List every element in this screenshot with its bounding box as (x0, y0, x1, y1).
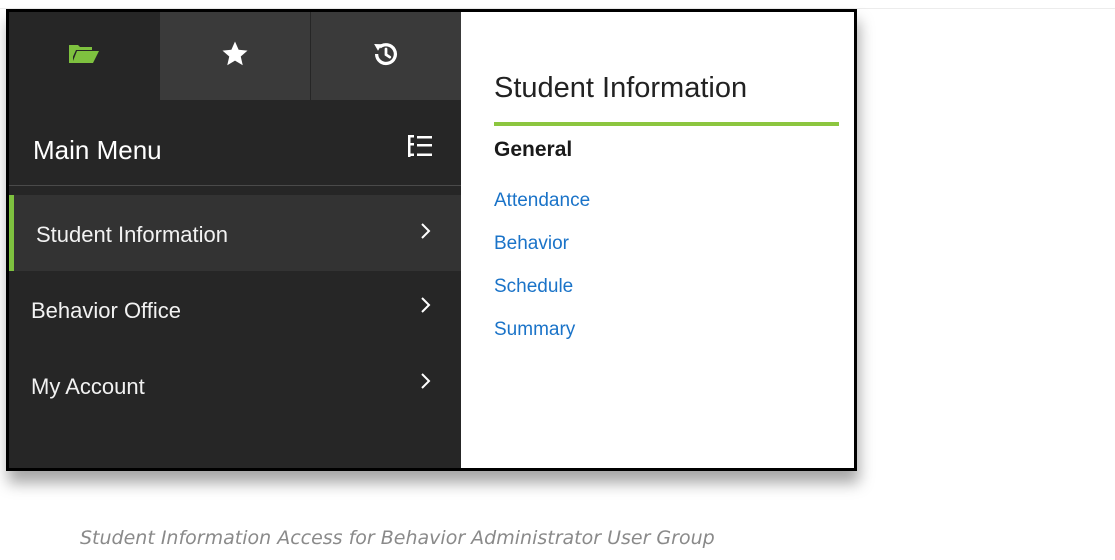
chevron-right-icon (420, 372, 432, 395)
chevron-right-icon (420, 296, 432, 319)
menu-header: Main Menu (9, 100, 461, 186)
submenu-panel: Student Information General Attendance B… (461, 12, 854, 468)
menu-title: Main Menu (33, 135, 162, 165)
folder-icon (68, 43, 100, 70)
screenshot-frame: Main Menu Student Information Behavior O… (6, 9, 857, 471)
menu-tabs (9, 12, 461, 100)
submenu-title: Student Information (494, 72, 748, 104)
sidebar-item-behavior-office[interactable]: Behavior Office (9, 271, 461, 347)
tab-folders[interactable] (9, 12, 159, 100)
chevron-right-icon (420, 222, 432, 245)
sidebar-item-label: Behavior Office (31, 298, 182, 323)
tree-view-icon[interactable] (407, 134, 433, 163)
link-attendance[interactable]: Attendance (494, 190, 590, 212)
sidebar-item-label: My Account (31, 374, 145, 399)
section-heading: General (494, 138, 573, 161)
sidebar-item-my-account[interactable]: My Account (9, 347, 461, 423)
history-icon (371, 39, 401, 74)
link-schedule[interactable]: Schedule (494, 276, 573, 298)
sidebar-item-label: Student Information (36, 222, 229, 247)
link-behavior[interactable]: Behavior (494, 233, 569, 255)
star-icon (220, 39, 250, 74)
title-underline (494, 122, 839, 126)
tab-favorites[interactable] (159, 12, 310, 100)
link-summary[interactable]: Summary (494, 319, 575, 341)
main-menu-panel: Main Menu Student Information Behavior O… (9, 12, 461, 468)
figure-caption: Student Information Access for Behavior … (80, 527, 715, 549)
tab-history[interactable] (310, 12, 461, 100)
sidebar-item-student-information[interactable]: Student Information (9, 195, 461, 271)
